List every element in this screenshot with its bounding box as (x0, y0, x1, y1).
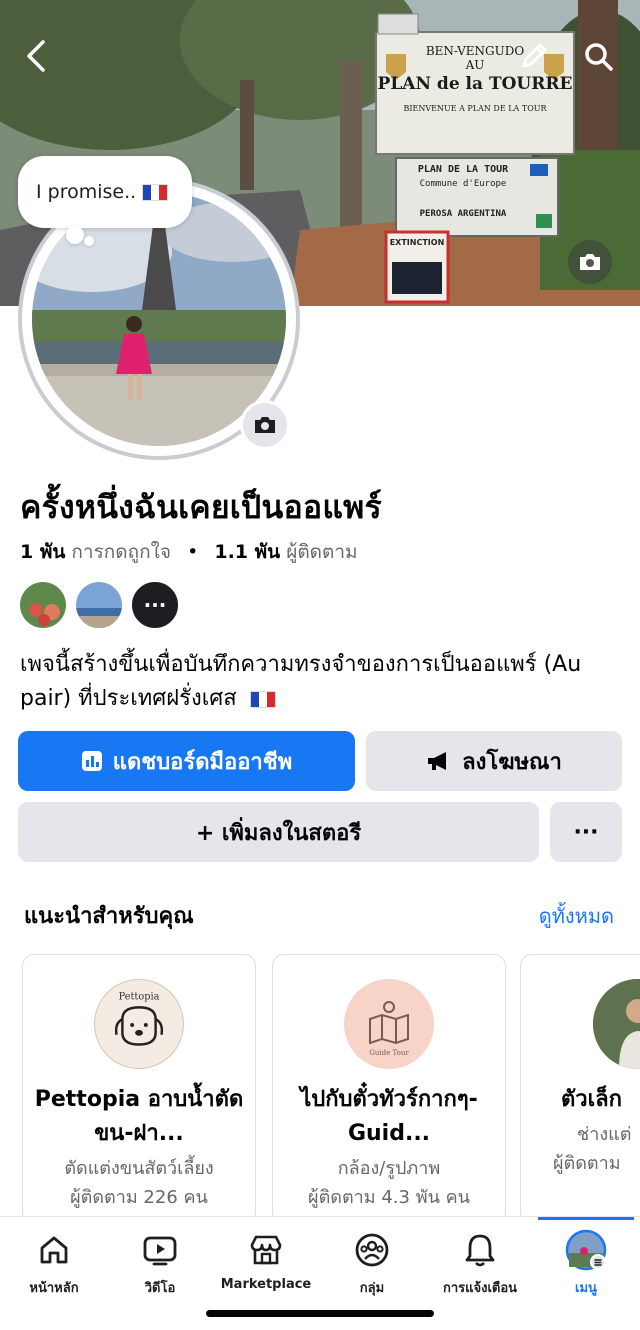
video-icon (143, 1236, 177, 1266)
suggestion-followers: ผู้ติดตาม (553, 1153, 621, 1174)
dashboard-icon (81, 751, 102, 771)
guide-tour-logo-icon: Guide Tour (344, 979, 434, 1069)
sign-line: PLAN DE LA TOUR (417, 164, 509, 175)
back-button[interactable] (18, 36, 54, 76)
suggestion-name[interactable]: ตัวเล็ก (521, 1083, 640, 1117)
suggestion-followers: ผู้ติดตาม 4.3 พัน คน (308, 1187, 470, 1208)
advertise-button[interactable]: ลงโฆษณา (366, 731, 622, 791)
pettopia-logo-icon: Pettopia (94, 979, 184, 1069)
tab-groups[interactable]: กลุ่ม (322, 1229, 422, 1298)
note-tail (84, 236, 94, 246)
france-flag-icon (249, 690, 276, 708)
suggestions-title: แนะนำสำหรับคุณ (24, 904, 194, 929)
suggestion-category: ตัดแต่งขนสัตว์เลี้ยง (64, 1158, 214, 1179)
camera-icon (580, 254, 600, 270)
suggestion-category: ช่างแต่ (577, 1124, 632, 1145)
chevron-left-icon (27, 40, 45, 72)
sign-line: PLAN de la TOURRE (377, 74, 573, 94)
pencil-icon (522, 43, 547, 68)
friend-avatars[interactable]: ··· (18, 580, 180, 630)
suggestion-name[interactable]: Pettopia อาบน้ำตัดขน-ฝา... (23, 1083, 255, 1151)
megaphone-icon (428, 752, 447, 770)
dog-logo-image: Pettopia (95, 980, 183, 1068)
page-title: ครั้งหนึ่งฉันเคยเป็นออแพร์ (20, 488, 382, 526)
tab-label: กลุ่ม (359, 1281, 385, 1296)
search-icon (585, 43, 613, 71)
suggestions-carousel[interactable]: Pettopia Pettopia อาบน้ำตัดขน-ฝา... ตัดแ… (22, 954, 640, 1216)
edit-avatar-button[interactable] (240, 400, 290, 450)
home-icon (40, 1236, 68, 1264)
tab-label: การแจ้งเตือน (442, 1281, 518, 1296)
tab-label: เมนู (575, 1281, 597, 1296)
home-indicator[interactable] (206, 1310, 434, 1317)
story-label: + เพิ่มลงในสตอรี (195, 820, 362, 846)
tab-menu[interactable]: เมนู (536, 1229, 636, 1298)
cover-sign-small: EXTINCTION (389, 238, 445, 247)
edit-button[interactable] (516, 38, 552, 74)
suggestion-followers: ผู้ติดตาม 226 คน (70, 1187, 208, 1208)
note-bubble[interactable]: I promise.. (18, 156, 192, 228)
logo-text: Pettopia (119, 992, 160, 1003)
see-all-link[interactable]: ดูทั้งหมด (539, 900, 614, 932)
logo-text: Guide Tour (369, 1049, 409, 1057)
note-text: I promise.. (36, 181, 137, 203)
professional-dashboard-button[interactable]: แดชบอร์ดมืออาชีพ (18, 731, 355, 791)
note-tail (66, 226, 84, 244)
tab-video[interactable]: วิดีโอ (110, 1229, 210, 1298)
suggestion-card[interactable]: Guide Tour ไปกับตั๋วทัวร์กากๆ-Guid... กล… (272, 954, 506, 1216)
suggestion-card[interactable]: ตัวเล็ก ช่างแต่ ผู้ติดตาม (520, 954, 640, 1216)
marketplace-icon (250, 1235, 282, 1265)
page-stats: 1 พัน การกดถูกใจ • 1.1 พัน ผู้ติดตาม (20, 537, 358, 567)
bell-icon (465, 1234, 495, 1267)
friend-avatar[interactable] (74, 580, 124, 630)
tab-home[interactable]: หน้าหลัก (4, 1229, 104, 1298)
page-bio: เพจนี้สร้างขึ้นเพื่อบันทึกความทรงจำของกา… (20, 648, 620, 716)
separator-dot: • (187, 541, 199, 563)
more-options-button[interactable]: ··· (550, 802, 622, 862)
suggestion-avatar (593, 979, 640, 1069)
tab-marketplace[interactable]: Marketplace (216, 1229, 316, 1292)
dashboard-label: แดชบอร์ดมืออาชีพ (112, 749, 293, 775)
menu-avatar-icon (565, 1229, 607, 1271)
suggestion-category: กล้อง/รูปภาพ (337, 1158, 441, 1179)
sign-line: Commune d'Europe (419, 179, 507, 189)
suggestion-name[interactable]: ไปกับตั๋วทัวร์กากๆ-Guid... (273, 1083, 505, 1151)
more-label: ··· (573, 819, 599, 845)
groups-icon (355, 1233, 389, 1267)
likes-count: 1 พัน (20, 541, 66, 563)
friend-avatar-image (20, 582, 66, 628)
tab-notifications[interactable]: การแจ้งเตือน (430, 1229, 530, 1298)
cover-sign-secondary: PLAN DE LA TOUR Commune d'Europe PEROSA … (398, 164, 528, 219)
tab-label: วิดีโอ (144, 1281, 176, 1296)
ads-label: ลงโฆษณา (462, 749, 562, 775)
person-photo-image (593, 979, 640, 1069)
followers-count: 1.1 พัน (214, 541, 281, 563)
more-friends-icon[interactable]: ··· (130, 580, 180, 630)
france-flag-icon (142, 183, 169, 201)
search-button[interactable] (580, 38, 618, 76)
camera-icon (255, 417, 275, 433)
tab-label: Marketplace (220, 1277, 312, 1292)
edit-cover-button[interactable] (568, 240, 612, 284)
map-logo-image: Guide Tour (345, 980, 433, 1068)
friend-avatar-image (76, 582, 122, 628)
add-to-story-button[interactable]: + เพิ่มลงในสตอรี (18, 802, 539, 862)
likes-label[interactable]: การกดถูกใจ (71, 541, 171, 563)
followers-label[interactable]: ผู้ติดตาม (286, 541, 357, 563)
bio-text: เพจนี้สร้างขึ้นเพื่อบันทึกความทรงจำของกา… (20, 652, 582, 711)
tab-label: หน้าหลัก (29, 1281, 79, 1296)
suggestion-card[interactable]: Pettopia Pettopia อาบน้ำตัดขน-ฝา... ตัดแ… (22, 954, 256, 1216)
friend-avatar[interactable] (18, 580, 68, 630)
sign-line: BIENVENUE A PLAN DE LA TOUR (403, 104, 547, 113)
active-tab-indicator (538, 1217, 634, 1220)
sign-line: PEROSA ARGENTINA (419, 209, 507, 219)
